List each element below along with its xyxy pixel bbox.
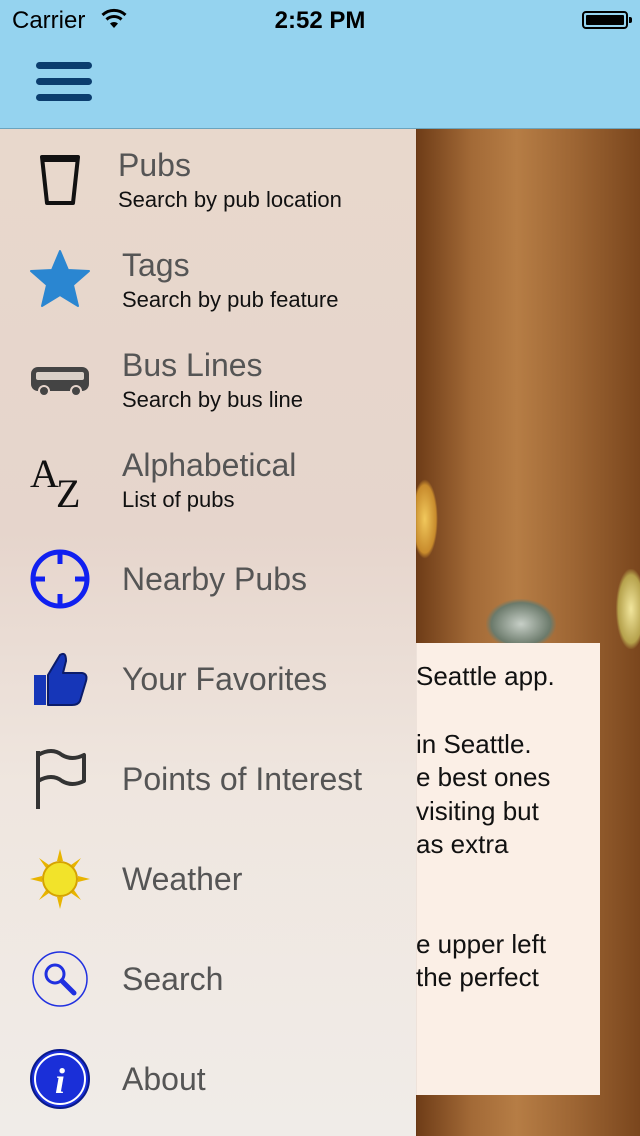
sun-icon: [30, 849, 90, 909]
menu-item-subtitle: Search by pub feature: [122, 287, 339, 312]
menu-item-nearby-pubs[interactable]: Nearby Pubs: [0, 529, 416, 629]
nav-bar: [0, 40, 640, 129]
menu-item-about[interactable]: i About: [0, 1029, 416, 1129]
welcome-text-card: Seattle app. in Seattle. e best ones vis…: [416, 643, 600, 1095]
menu-item-bus-lines[interactable]: Bus Lines Search by bus line: [0, 329, 416, 429]
bus-icon: [31, 367, 89, 397]
menu-item-title: Tags: [122, 247, 190, 283]
menu-item-search[interactable]: Search: [0, 929, 416, 1029]
welcome-text-line: Seattle app.: [416, 661, 555, 691]
menu-item-title: Search: [122, 961, 224, 997]
menu-item-your-favorites[interactable]: Your Favorites: [0, 629, 416, 729]
status-bar: Carrier 2:52 PM: [0, 0, 640, 40]
search-icon: [32, 951, 88, 1007]
menu-item-subtitle: Search by pub location: [118, 187, 342, 212]
menu-item-title: Weather: [122, 861, 243, 897]
menu-item-subtitle: Search by bus line: [122, 387, 303, 412]
side-menu: Pubs Search by pub location Tags Search …: [0, 129, 416, 1136]
battery-icon: [582, 11, 632, 29]
menu-item-tags[interactable]: Tags Search by pub feature: [0, 229, 416, 329]
info-icon: i: [30, 1049, 90, 1109]
menu-item-points-of-interest[interactable]: Points of Interest: [0, 729, 416, 829]
welcome-text-line: in Seattle.: [416, 729, 532, 759]
welcome-text-line: visiting but: [416, 796, 539, 826]
menu-item-title: Bus Lines: [122, 347, 263, 383]
hamburger-menu-icon[interactable]: [36, 60, 92, 104]
background-image: Seattle app. in Seattle. e best ones vis…: [416, 129, 640, 1136]
status-time: 2:52 PM: [274, 7, 366, 34]
menu-item-title: About: [122, 1061, 206, 1097]
crosshair-icon: [30, 549, 90, 609]
menu-item-title: Nearby Pubs: [122, 561, 307, 597]
menu-item-title: Your Favorites: [122, 661, 328, 697]
svg-text:i: i: [55, 1061, 65, 1101]
welcome-text-line: e best ones: [416, 762, 551, 792]
menu-item-subtitle: List of pubs: [122, 487, 235, 512]
welcome-text-line: as extra: [416, 829, 509, 859]
svg-text:A: A: [30, 451, 59, 496]
flag-icon: [36, 749, 86, 809]
menu-item-weather[interactable]: Weather: [0, 829, 416, 929]
menu-item-title: Pubs: [118, 147, 191, 183]
star-icon: [30, 250, 90, 307]
thumbs-up-icon: [34, 652, 88, 706]
welcome-text-line: the perfect: [416, 962, 539, 992]
welcome-text-line: e upper left: [416, 929, 547, 959]
menu-item-alphabetical[interactable]: A Z Alphabetical List of pubs: [0, 429, 416, 529]
menu-item-title: Points of Interest: [122, 761, 363, 797]
svg-text:Z: Z: [56, 471, 80, 511]
pint-glass-icon: [40, 155, 80, 205]
menu-item-title: Alphabetical: [122, 447, 297, 483]
az-icon: A Z: [30, 451, 80, 511]
menu-item-pubs[interactable]: Pubs Search by pub location: [0, 129, 416, 229]
